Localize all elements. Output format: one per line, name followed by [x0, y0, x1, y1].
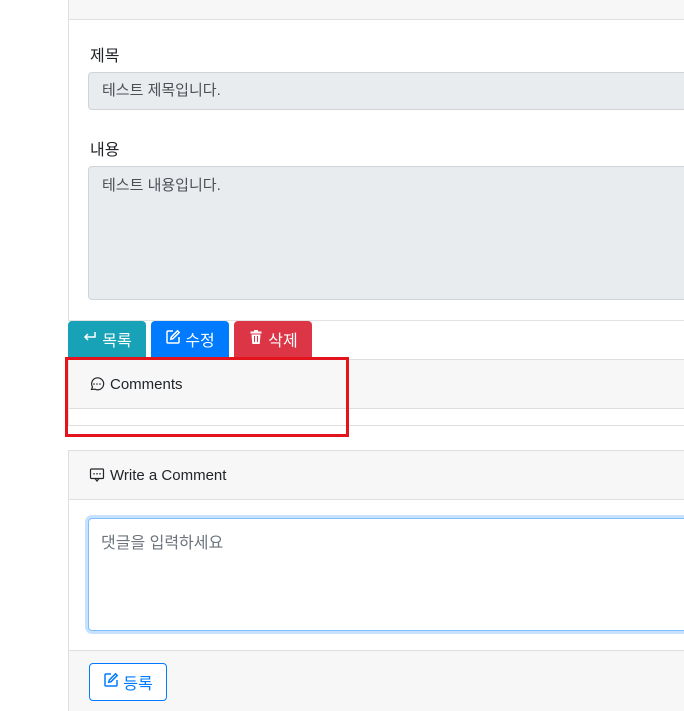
list-button-label: 목록 — [102, 333, 132, 350]
content-field[interactable]: 테스트 내용입니다. — [88, 166, 684, 300]
comment-input[interactable] — [88, 518, 684, 631]
post-card-header — [68, 0, 684, 20]
delete-button-label: 삭제 — [268, 333, 298, 350]
return-arrow-icon — [82, 329, 98, 350]
submit-button-label: 등록 — [123, 676, 153, 693]
edit-square-icon — [165, 329, 181, 350]
content-label: 내용 — [90, 142, 120, 159]
edit-square-icon — [103, 672, 119, 693]
highlight-box — [65, 357, 349, 437]
list-button[interactable]: 목록 — [68, 321, 146, 357]
title-label: 제목 — [90, 48, 120, 65]
write-comment-title: Write a Comment — [110, 466, 227, 484]
edit-button[interactable]: 수정 — [151, 321, 229, 357]
write-comment-header: Write a Comment — [68, 450, 684, 500]
chat-square-dots-icon — [89, 467, 105, 483]
trash-icon — [248, 329, 264, 350]
delete-button[interactable]: 삭제 — [234, 321, 312, 357]
title-field[interactable]: 테스트 제목입니다. — [88, 72, 684, 110]
submit-comment-button[interactable]: 등록 — [89, 663, 167, 701]
edit-button-label: 수정 — [185, 333, 215, 350]
